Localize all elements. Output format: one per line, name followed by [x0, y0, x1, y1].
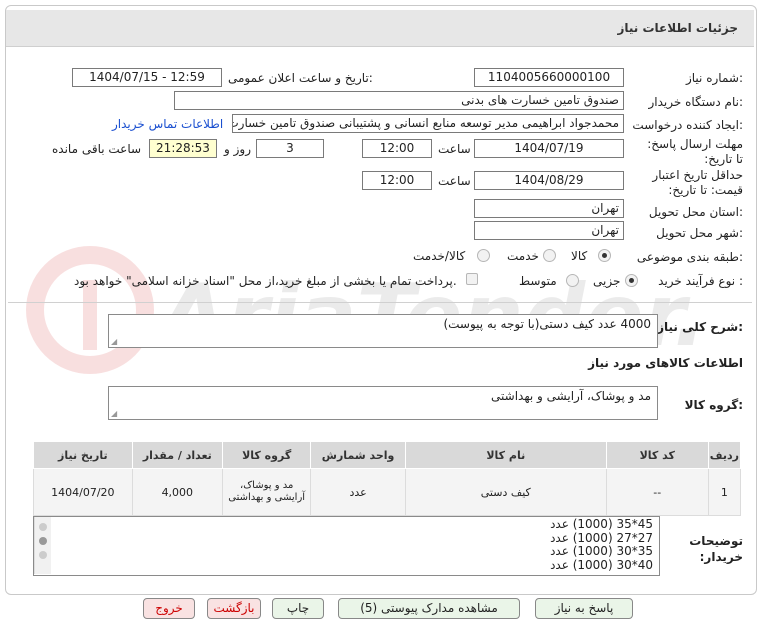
panel-title: جزئیات اطلاعات نیاز [617, 21, 738, 35]
goods-group-value: مد و پوشاک، آرایشی و بهداشتی [491, 389, 651, 403]
process-radio-medium[interactable] [566, 274, 579, 287]
buyer-org-field: صندوق تامین خسارت های بدنی [174, 91, 624, 110]
category-radio-goods[interactable] [598, 249, 611, 262]
validity-label: حداقل تاریخ اعتبار قیمت: تا تاریخ: [652, 168, 743, 197]
category-radio-service[interactable] [543, 249, 556, 262]
col-name: نام کالا [404, 441, 607, 469]
divider [8, 302, 752, 303]
need-number-label: شماره نیاز: [685, 71, 743, 85]
col-unit: واحد شمارش [310, 441, 406, 469]
cell-group: مد و پوشاک، آرایشی و بهداشتی [221, 468, 312, 516]
attachments-button[interactable]: مشاهده مدارک پیوستی (5) [338, 598, 520, 619]
remaining-time-field: 21:28:53 [149, 139, 217, 158]
cell-index: 1 [707, 468, 742, 516]
announce-label: تاریخ و ساعت اعلان عمومی: [228, 71, 373, 85]
cell-date: 1404/07/20 [33, 468, 133, 516]
note-line: 35*30 (1000) عدد [550, 544, 653, 558]
category-radio-both[interactable] [477, 249, 490, 262]
note-line: 27*27 (1000) عدد [550, 530, 653, 545]
scroll-down-icon[interactable] [39, 551, 47, 559]
scroll-up-icon[interactable] [39, 523, 47, 531]
col-index: ردیف [707, 441, 742, 469]
cell-code: -- [605, 468, 709, 516]
buyer-contact-link[interactable]: اطلاعات تماس خریدار [112, 117, 223, 131]
city-field: تهران [474, 221, 624, 240]
deadline-date-field: 1404/07/19 [474, 139, 624, 158]
category-option-service: خدمت [507, 249, 539, 263]
goods-section-title: اطلاعات کالاهای مورد نیاز [588, 356, 743, 370]
cell-unit: عدد [310, 468, 406, 516]
treasury-note: پرداخت تمام یا بخشی از مبلغ خرید،از محل … [74, 274, 457, 288]
deadline-label: مهلت ارسال پاسخ: تا تاریخ: [647, 137, 743, 166]
creator-field: محمدجواد ابراهیمی مدیر توسعه منابع انسان… [232, 114, 624, 133]
validity-time-label: ساعت [438, 174, 471, 188]
notes-textarea[interactable]: 45*35 (1000) عدد 27*27 (1000) عدد 35*30 … [33, 516, 660, 576]
category-option-goods: کالا [571, 249, 588, 263]
goods-group-textarea: مد و پوشاک، آرایشی و بهداشتی ◢ [108, 386, 658, 420]
note-line: 40*30 (1000) عدد [550, 557, 653, 572]
resize-grip-icon: ◢ [111, 337, 118, 346]
deadline-time-label: ساعت [438, 142, 471, 156]
table-row: 1 -- کیف دستی عدد مد و پوشاک، آرایشی و ب… [33, 468, 742, 516]
remaining-label: ساعت باقی مانده [52, 142, 142, 156]
scroll-thumb[interactable] [39, 537, 47, 545]
category-label: طبقه بندی موضوعی: [636, 250, 743, 264]
summary-text: 4000 عدد کیف دستی(با توجه به پیوست) [443, 317, 651, 331]
need-number-field: 1104005660000100 [474, 68, 624, 87]
category-option-both: کالا/خدمت [413, 249, 466, 263]
announce-field: 1404/07/15 - 12:59 [72, 68, 222, 87]
buyer-org-label: نام دستگاه خریدار: [648, 95, 744, 109]
panel-header: جزئیات اطلاعات نیاز [6, 10, 754, 47]
treasury-checkbox[interactable] [466, 273, 478, 285]
process-radio-minor[interactable] [625, 274, 638, 287]
notes-scrollbar[interactable] [34, 517, 51, 574]
process-label: نوع فرآیند خرید : [658, 274, 743, 288]
days-label: روز و [224, 142, 251, 156]
col-date: تاریخ نیاز [33, 441, 133, 469]
note-line: 45*35 (1000) عدد [550, 517, 653, 531]
col-qty: تعداد / مقدار [131, 441, 223, 469]
province-field: تهران [474, 199, 624, 218]
city-label: شهر محل تحویل: [656, 226, 743, 240]
validity-time-field: 12:00 [362, 171, 432, 190]
summary-label: شرح کلی نیاز: [657, 320, 743, 334]
creator-label: ایجاد کننده درخواست: [632, 118, 743, 132]
goods-group-label: گروه کالا: [684, 398, 743, 412]
back-button[interactable]: بازگشت [207, 598, 261, 619]
summary-textarea: 4000 عدد کیف دستی(با توجه به پیوست) ◢ [108, 314, 658, 348]
cell-name: کیف دستی [404, 468, 607, 516]
col-code: کد کالا [605, 441, 709, 469]
notes-label: توضیحات خریدار: [689, 534, 743, 564]
validity-date-field: 1404/08/29 [474, 171, 624, 190]
cell-qty: 4,000 [131, 468, 223, 516]
resize-grip-icon: ◢ [111, 409, 118, 418]
process-option-minor: جزیی [593, 274, 621, 288]
col-group: گروه کالا [221, 441, 312, 469]
days-field: 3 [256, 139, 324, 158]
reply-button[interactable]: پاسخ به نیاز [535, 598, 633, 619]
print-button[interactable]: چاپ [272, 598, 324, 619]
deadline-time-field: 12:00 [362, 139, 432, 158]
exit-button[interactable]: خروج [143, 598, 195, 619]
province-label: استان محل تحویل: [648, 205, 743, 219]
goods-table: ردیف کد کالا نام کالا واحد شمارش گروه کا… [33, 441, 742, 516]
process-option-medium: متوسط [519, 274, 557, 288]
